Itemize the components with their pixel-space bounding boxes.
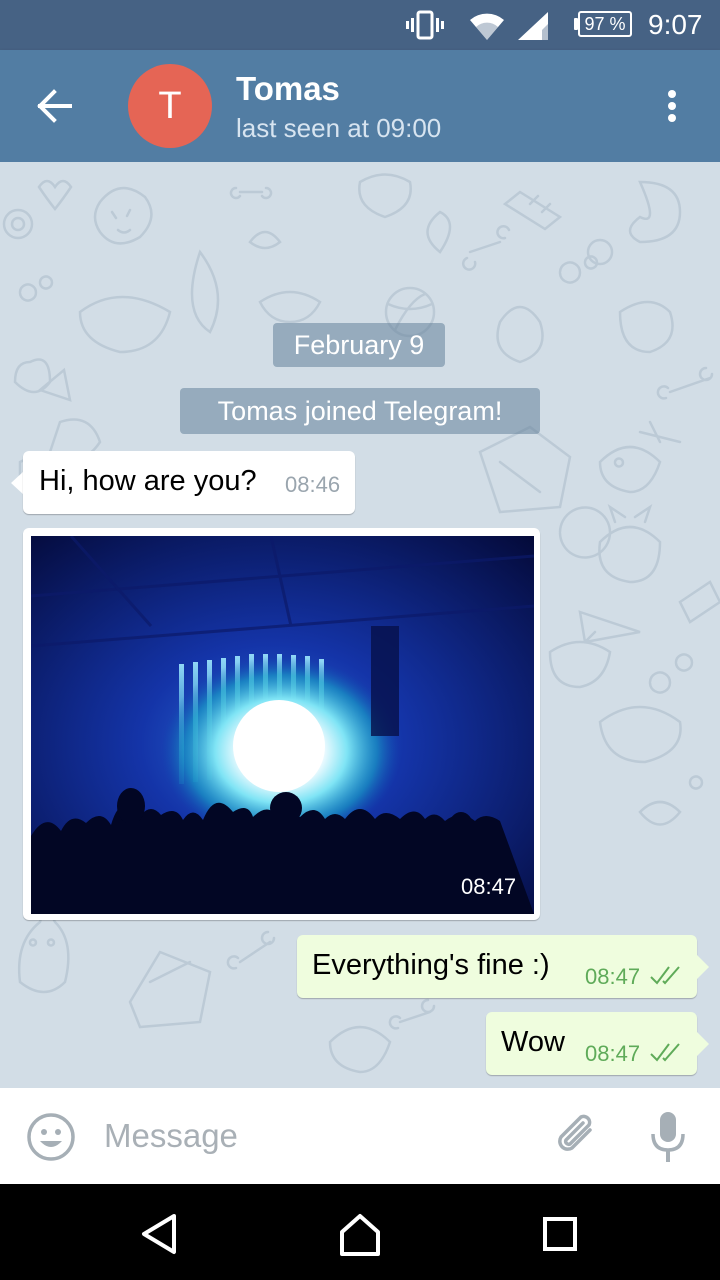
chat-area[interactable]: February 9 Tomas joined Telegram! Hi, ho…	[0, 162, 720, 1088]
read-checkmark-icon	[650, 1043, 680, 1062]
chat-header: T Tomas last seen at 09:00	[0, 50, 720, 162]
message-text: Hi, how are you?	[39, 465, 257, 497]
last-seen-status: last seen at 09:00	[236, 113, 442, 143]
outgoing-message[interactable]: Everything's fine :) 08:47	[297, 935, 697, 998]
message-time: 08:46	[285, 472, 341, 497]
photo-time: 08:47	[461, 874, 517, 899]
message-time: 08:47	[585, 1041, 641, 1066]
emoji-icon[interactable]	[26, 1112, 76, 1162]
read-checkmark-icon	[650, 966, 680, 985]
system-navigation-bar	[0, 1184, 720, 1280]
message-text: Wow	[501, 1026, 565, 1058]
nav-recents-icon[interactable]	[542, 1216, 578, 1252]
nav-back-icon[interactable]	[138, 1212, 182, 1256]
paperclip-icon[interactable]	[550, 1110, 602, 1162]
contact-name[interactable]: Tomas	[236, 70, 340, 108]
message-input[interactable]	[104, 1112, 524, 1160]
status-clock: 9:07	[648, 9, 703, 40]
more-options-icon[interactable]	[652, 84, 692, 128]
bubble-tail	[697, 955, 709, 979]
avatar[interactable]: T	[128, 64, 212, 148]
bubble-tail	[697, 1032, 709, 1056]
service-message: Tomas joined Telegram!	[180, 388, 540, 434]
incoming-message[interactable]: Hi, how are you? 08:46	[23, 451, 355, 514]
battery-indicator: 97 %	[578, 11, 632, 37]
incoming-photo-message[interactable]: 08:47	[23, 528, 540, 920]
back-arrow-icon[interactable]	[30, 84, 80, 128]
outgoing-message[interactable]: Wow 08:47	[486, 1012, 697, 1075]
status-bar: 97 % 9:07	[0, 0, 720, 50]
message-time: 08:47	[585, 964, 641, 989]
microphone-icon[interactable]	[648, 1110, 688, 1164]
signal-icon	[518, 12, 548, 40]
vibrate-icon	[406, 10, 444, 40]
message-input-bar	[0, 1088, 720, 1184]
concert-photo[interactable]: 08:47	[31, 536, 534, 914]
message-text: Everything's fine :)	[312, 949, 550, 981]
date-separator: February 9	[273, 323, 445, 367]
nav-home-icon[interactable]	[336, 1210, 384, 1258]
wifi-icon	[470, 13, 504, 40]
